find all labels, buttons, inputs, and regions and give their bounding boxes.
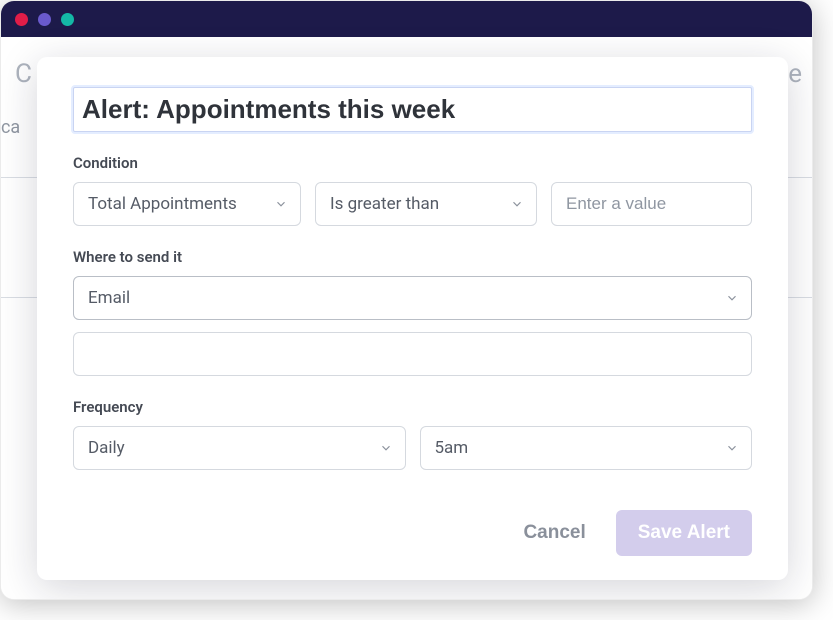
bg-text-left: C	[15, 59, 32, 89]
destination-target-input[interactable]	[73, 332, 752, 376]
condition-value-field[interactable]	[566, 194, 737, 214]
bg-text-sub: ca	[1, 117, 20, 138]
destination-target-field[interactable]	[88, 344, 737, 364]
app-window: C ne ca Condition Total Appointments Is …	[0, 0, 813, 600]
chevron-down-icon	[725, 441, 739, 455]
condition-operator-value: Is greater than	[330, 194, 439, 214]
create-alert-modal: Condition Total Appointments Is greater …	[37, 57, 788, 580]
frequency-cadence-select[interactable]: Daily	[73, 426, 406, 470]
destination-method-select[interactable]: Email	[73, 276, 752, 320]
save-alert-button[interactable]: Save Alert	[616, 510, 752, 556]
chevron-down-icon	[274, 197, 288, 211]
chevron-down-icon	[725, 291, 739, 305]
condition-metric-value: Total Appointments	[88, 194, 237, 214]
window-close-dot[interactable]	[15, 13, 28, 26]
destination-label: Where to send it	[73, 248, 752, 266]
chevron-down-icon	[510, 197, 524, 211]
frequency-cadence-value: Daily	[88, 438, 125, 458]
titlebar	[1, 1, 812, 37]
condition-operator-select[interactable]: Is greater than	[315, 182, 537, 226]
condition-metric-select[interactable]: Total Appointments	[73, 182, 301, 226]
alert-title-input[interactable]	[73, 87, 752, 132]
condition-label: Condition	[73, 154, 752, 172]
frequency-label: Frequency	[73, 398, 752, 416]
destination-method-value: Email	[88, 288, 130, 308]
modal-footer: Cancel Save Alert	[73, 510, 752, 556]
chevron-down-icon	[379, 441, 393, 455]
condition-row: Total Appointments Is greater than	[73, 182, 752, 226]
window-min-dot[interactable]	[38, 13, 51, 26]
frequency-row: Daily 5am	[73, 426, 752, 470]
window-max-dot[interactable]	[61, 13, 74, 26]
frequency-time-value: 5am	[435, 438, 469, 458]
cancel-button[interactable]: Cancel	[519, 514, 589, 552]
frequency-time-select[interactable]: 5am	[420, 426, 753, 470]
condition-value-input[interactable]	[551, 182, 752, 226]
